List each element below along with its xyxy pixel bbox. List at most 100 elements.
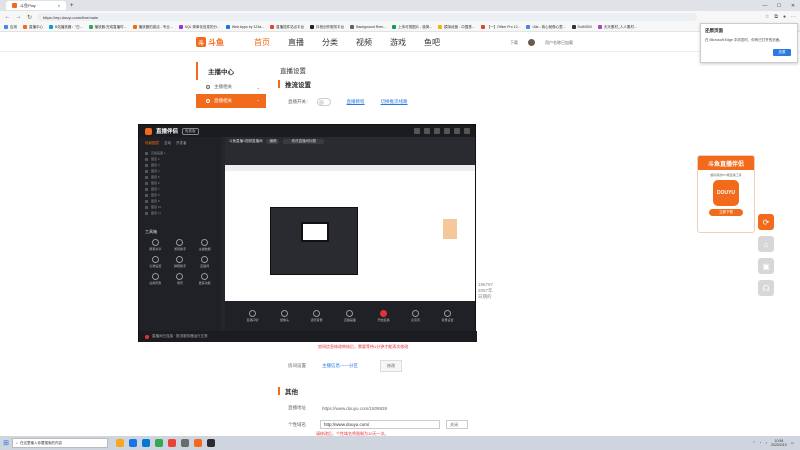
nav-video[interactable]: 视频 — [356, 37, 372, 48]
app-settings-icon[interactable] — [414, 128, 420, 134]
app-close-icon[interactable] — [464, 128, 470, 134]
tab-close-icon[interactable]: × — [58, 3, 60, 8]
notifications-icon[interactable]: ▭ — [791, 441, 794, 445]
tool-button[interactable]: 主播数据 — [192, 239, 217, 251]
nav-live[interactable]: 直播 — [288, 37, 304, 48]
browser-tab[interactable]: 斗鱼Play × — [6, 1, 66, 10]
app-tab-dev[interactable]: 开发者 — [176, 141, 187, 146]
maximize-icon[interactable]: ☐ — [772, 0, 786, 11]
tool-button[interactable]: 屏幕共享 — [143, 239, 168, 251]
preview-tab[interactable]: 斗鱼直播1视频直播间 — [229, 139, 262, 144]
collections-icon[interactable]: ⧉ — [774, 14, 778, 20]
bookmark-item[interactable]: Web Apps by 123a... — [225, 25, 264, 29]
app-skin-icon[interactable] — [424, 128, 430, 134]
app-control-button[interactable]: 直播画面 — [344, 310, 356, 322]
tool-button[interactable]: 虚拟形象 — [143, 273, 168, 285]
app-control-button[interactable]: 音量设置 — [441, 310, 454, 322]
app-control-button[interactable]: 麦克风 — [411, 310, 420, 322]
modify-button[interactable]: 修改 — [380, 360, 402, 372]
bookmark-item[interactable]: 播放器-完成直播时... — [88, 25, 127, 30]
bookmark-item[interactable]: 抖音创作服务平台 — [310, 25, 344, 30]
nav-fishbar[interactable]: 鱼吧 — [424, 37, 440, 48]
bookmark-item[interactable]: 模拟经营 - 中国首... — [438, 25, 475, 30]
custom-domain-select[interactable]: 关闭 — [446, 420, 468, 429]
app-maximize-icon[interactable] — [454, 128, 460, 134]
close-window-icon[interactable]: ✕ — [786, 0, 800, 11]
app-control-button[interactable]: 开始直播 — [377, 310, 390, 322]
tool-button[interactable]: 游戏助手 — [168, 239, 193, 251]
avatar[interactable] — [528, 39, 535, 46]
taskbar-app-icon[interactable] — [116, 439, 124, 447]
bookmark-item[interactable]: B站播放器："白... — [49, 25, 83, 30]
app-tab-interact[interactable]: 互动 — [164, 141, 171, 146]
bookmark-item[interactable]: 上传可视图片 - 极简... — [392, 25, 432, 30]
app-minimize-icon[interactable] — [444, 128, 450, 134]
url-field[interactable]: https://mp.douyu.com/live/main — [37, 13, 697, 21]
bookmark-item[interactable]: SQL 简单化信息的分... — [178, 25, 220, 30]
more-icon[interactable]: ⋯ — [791, 14, 796, 20]
push-toggle[interactable] — [316, 98, 331, 106]
taskbar-app-icon[interactable] — [194, 439, 202, 447]
preview-edit-chip[interactable]: 编辑 — [266, 139, 280, 144]
tutorial-link[interactable]: 直播教程 — [347, 99, 365, 105]
bookmark-item[interactable]: 播放器的激活 - 专业... — [132, 25, 173, 30]
app-menu-icon[interactable] — [434, 128, 440, 134]
taskbar-app-icon[interactable] — [181, 439, 189, 447]
service-float-icon[interactable]: ☊ — [758, 280, 774, 296]
forward-icon[interactable]: → — [15, 14, 22, 20]
taskbar-app-icon[interactable] — [129, 439, 137, 447]
network-icon[interactable]: ◔ — [759, 441, 761, 445]
scene-item[interactable]: 图层 11 — [145, 210, 215, 216]
home-float-icon[interactable]: ⌂ — [758, 236, 774, 252]
app-control-button[interactable]: 摄像头 — [280, 310, 289, 322]
preview-screen[interactable] — [225, 165, 475, 301]
bookmark-item[interactable]: 【一】Office Pro 12... — [480, 25, 520, 30]
profile-icon[interactable]: ● — [783, 14, 786, 20]
custom-domain-input[interactable]: http://www.douyu.com/ — [320, 420, 440, 429]
sidebar-item-anchor[interactable]: 主播相关 ⌄ — [196, 80, 266, 94]
taskbar-app-icon[interactable] — [168, 439, 176, 447]
taskbar-app-icon[interactable] — [155, 439, 163, 447]
taskbar-app-icon[interactable] — [142, 439, 150, 447]
restore-button[interactable]: 还原 — [773, 49, 791, 56]
tool-button[interactable]: 礼物设置 — [143, 256, 168, 268]
minimize-icon[interactable]: — — [758, 0, 772, 11]
username[interactable]: 用户名称已加载 — [545, 40, 573, 46]
tool-button[interactable]: 场景 — [168, 273, 193, 285]
room-info-link[interactable]: 主播信息——分区 — [322, 363, 358, 369]
site-logo[interactable]: 斗 斗鱼 — [196, 35, 230, 49]
new-tab-button[interactable]: + — [70, 3, 74, 9]
tray-up-icon[interactable]: ⌃ — [752, 441, 755, 445]
volume-icon[interactable]: ♪ — [765, 441, 767, 445]
bookmark-item[interactable]: Background Rem... — [350, 25, 386, 29]
promo-card[interactable]: 斗鱼直播伴侣 超好用的PC端直播工具 DOUYU 立即下载 — [697, 155, 755, 233]
windows-start-icon[interactable]: ⊞ — [0, 436, 12, 450]
nav-category[interactable]: 分类 — [322, 37, 338, 48]
promo-download-button[interactable]: 立即下载 — [709, 209, 743, 216]
star-icon[interactable]: ☆ — [765, 14, 769, 20]
bookmark-item[interactable]: Ulla - 我心就像心里... — [526, 25, 566, 30]
bookmark-item[interactable]: 直播中心 — [23, 25, 43, 30]
live-float-icon[interactable]: ⟳ — [758, 214, 774, 230]
clock[interactable]: 10:58 2020/2/10 — [771, 439, 787, 447]
back-icon[interactable]: ← — [4, 14, 11, 20]
taskbar-app-icon[interactable] — [207, 439, 215, 447]
preview-title-chip[interactable]: 修改直播间标题 — [283, 139, 324, 144]
taskbar-search[interactable]: ⌕ 在这里输入你要搜索的内容 — [12, 438, 108, 448]
app-control-button[interactable]: 话筒音量 — [310, 310, 323, 322]
bookmark-item[interactable]: 直播插件站点平台 — [270, 25, 304, 30]
app-control-button[interactable]: 直播间管 — [246, 310, 259, 322]
download-link[interactable]: 下载 — [510, 40, 518, 46]
bookmark-item[interactable]: 应用 — [4, 25, 17, 30]
tool-button[interactable]: 直播间 — [192, 256, 217, 268]
nav-game[interactable]: 游戏 — [390, 37, 406, 48]
switch-line-link[interactable]: 切换推流线路 — [381, 99, 408, 105]
refresh-icon[interactable]: ↻ — [26, 14, 33, 21]
tool-button[interactable]: 弹幕助手 — [168, 256, 193, 268]
nav-home[interactable]: 首页 — [254, 37, 270, 48]
bookmark-item[interactable]: 天天素材_人人素材... — [597, 25, 637, 30]
tool-button[interactable]: 更多功能 — [192, 273, 217, 285]
gift-float-icon[interactable]: ▣ — [758, 258, 774, 274]
bookmark-item[interactable]: SoftV500 — [571, 25, 592, 29]
sidebar-item-live[interactable]: 直播相关 ⌃ — [196, 94, 266, 108]
